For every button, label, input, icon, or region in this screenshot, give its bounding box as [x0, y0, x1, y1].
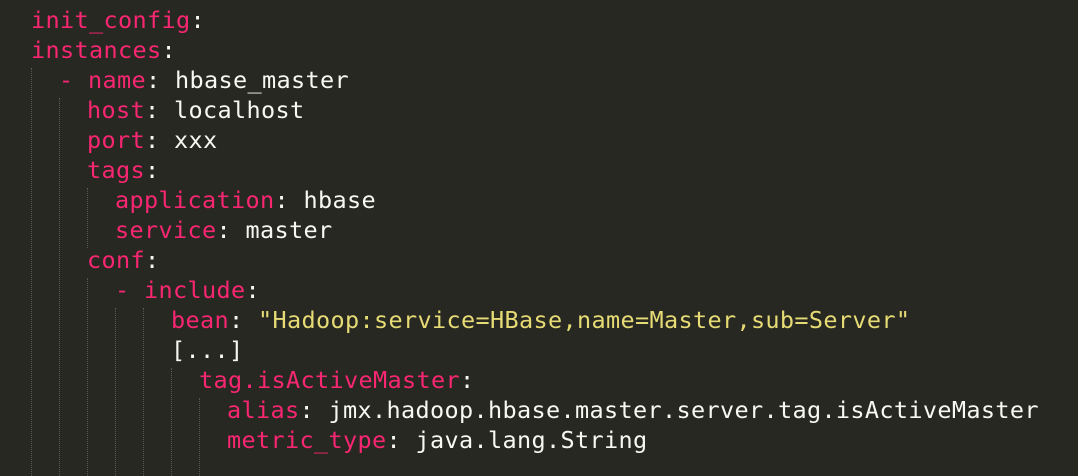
yaml-key: init_config — [31, 6, 191, 34]
yaml-key: host — [87, 96, 145, 124]
yaml-colon: : — [146, 66, 161, 94]
code-line-service[interactable]: service: master — [115, 215, 333, 245]
yaml-key: instances — [31, 36, 162, 64]
yaml-key: tag.isActiveMaster — [199, 366, 460, 394]
code-line-metric-type[interactable]: metric_type: java.lang.String — [227, 425, 647, 455]
yaml-value: hbase — [303, 186, 376, 214]
yaml-key: tags — [87, 156, 145, 184]
ellipsis-text: [...] — [171, 336, 244, 364]
yaml-key: conf — [87, 246, 145, 274]
indent-guide — [87, 278, 88, 476]
list-dash: - — [115, 276, 130, 304]
code-line-host[interactable]: host: localhost — [87, 95, 304, 125]
code-line-conf[interactable]: conf: — [87, 245, 160, 275]
code-line-tags[interactable]: tags: — [87, 155, 160, 185]
indent-guide — [143, 308, 144, 476]
yaml-colon: : — [245, 276, 260, 304]
yaml-colon: : — [274, 186, 289, 214]
code-line-bean[interactable]: bean: "Hadoop:service=HBase,name=Master,… — [171, 305, 910, 335]
indent-guide — [115, 308, 116, 476]
yaml-key: include — [144, 276, 246, 304]
yaml-string-value: "Hadoop:service=HBase,name=Master,sub=Se… — [258, 306, 911, 334]
yaml-colon: : — [161, 36, 176, 64]
code-line-port[interactable]: port: xxx — [87, 125, 218, 155]
code-line-name[interactable]: - name: hbase_master — [59, 65, 349, 95]
indent-guide — [87, 188, 88, 248]
code-line-include[interactable]: - include: — [115, 275, 260, 305]
yaml-colon: : — [145, 156, 160, 184]
code-line-application[interactable]: application: hbase — [115, 185, 376, 215]
code-line-init-config[interactable]: init_config: — [31, 5, 205, 35]
yaml-key: application — [115, 186, 275, 214]
yaml-value: hbase_master — [175, 66, 349, 94]
yaml-value: java.lang.String — [415, 426, 648, 454]
code-line-tag-is-active-master[interactable]: tag.isActiveMaster: — [199, 365, 474, 395]
yaml-key: port — [87, 126, 145, 154]
yaml-value: xxx — [174, 126, 218, 154]
yaml-colon: : — [229, 306, 244, 334]
indent-guide — [199, 398, 200, 476]
indent-guide — [171, 368, 172, 476]
list-dash: - — [59, 66, 74, 94]
yaml-colon: : — [145, 246, 160, 274]
code-line-ellipsis[interactable]: [...] — [171, 335, 244, 365]
yaml-colon: : — [145, 126, 160, 154]
indent-guide — [31, 68, 32, 476]
yaml-key: service — [115, 216, 217, 244]
yaml-colon: : — [459, 366, 475, 394]
yaml-key: name — [88, 66, 146, 94]
yaml-colon: : — [299, 396, 314, 424]
yaml-colon: : — [190, 6, 205, 34]
yaml-colon: : — [145, 96, 160, 124]
yaml-key: alias — [227, 396, 300, 424]
code-line-instances[interactable]: instances: — [31, 35, 176, 65]
yaml-value: master — [245, 216, 333, 244]
yaml-colon: : — [216, 216, 231, 244]
yaml-key: bean — [171, 306, 229, 334]
yaml-value: jmx.hadoop.hbase.master.server.tag.isAct… — [328, 396, 1039, 424]
code-line-alias[interactable]: alias: jmx.hadoop.hbase.master.server.ta… — [227, 395, 1039, 425]
yaml-value: localhost — [174, 96, 305, 124]
indent-guide — [59, 98, 60, 476]
yaml-colon: : — [386, 426, 401, 454]
yaml-key: metric_type — [227, 426, 387, 454]
code-editor[interactable]: init_config: instances: - name: hbase_ma… — [0, 0, 1078, 476]
